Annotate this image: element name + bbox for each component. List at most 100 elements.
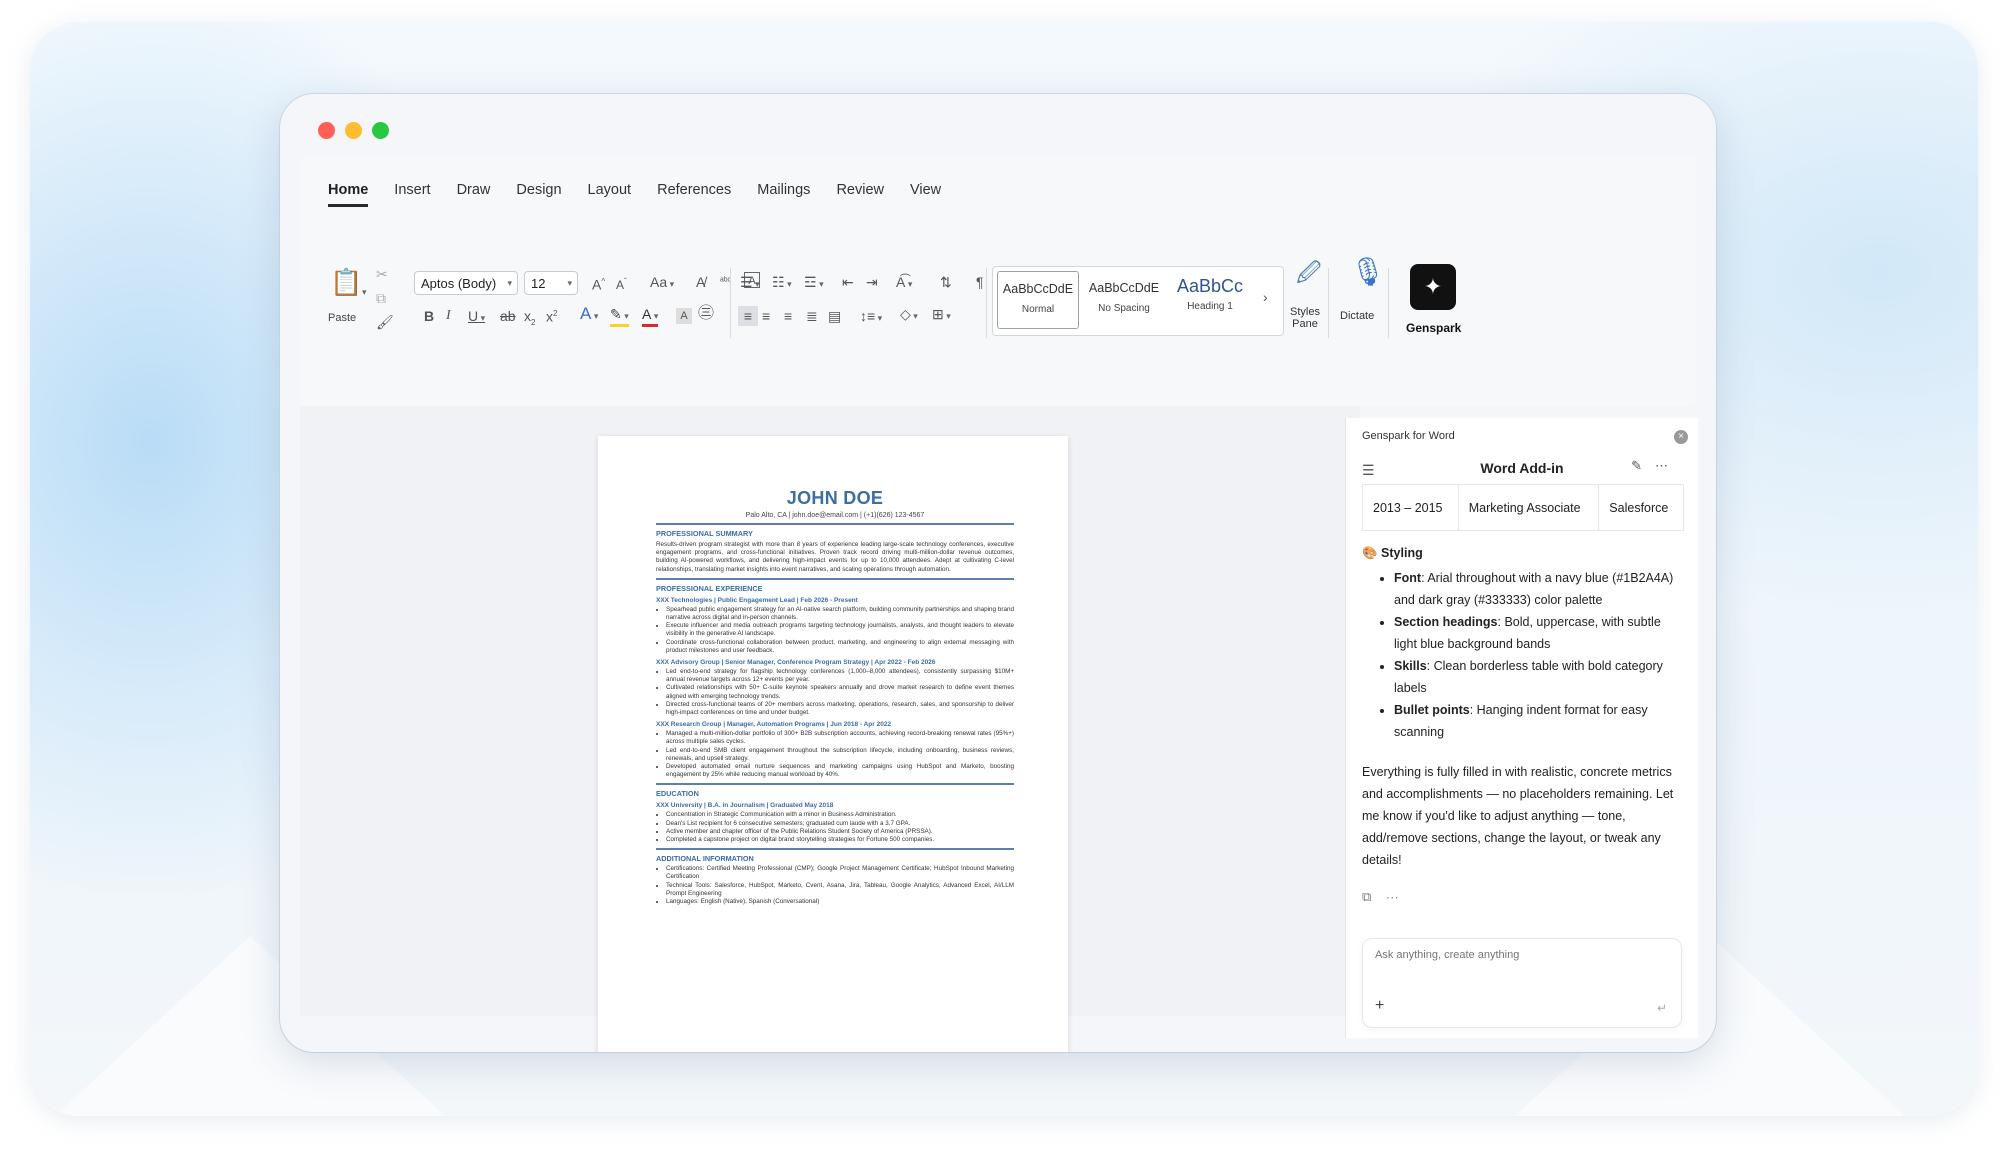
- more-icon[interactable]: ⋯: [1655, 458, 1668, 474]
- add-icon[interactable]: +: [1375, 997, 1384, 1015]
- list-item: Developed automated email nurture sequen…: [666, 763, 1014, 779]
- list-item: Font: Arial throughout with a navy blue …: [1394, 567, 1684, 611]
- font-size-select[interactable]: 12 ▾: [524, 271, 578, 295]
- styling-list: Font: Arial throughout with a navy blue …: [1362, 567, 1684, 743]
- shrink-font-icon[interactable]: Aˇ: [616, 274, 627, 293]
- more-icon[interactable]: ⋯: [1386, 889, 1399, 904]
- cut-icon[interactable]: ✂: [376, 266, 388, 282]
- styles-pane-icon[interactable]: 🖉: [1296, 262, 1322, 286]
- list-item: Dean's List recipient for 6 consecutive …: [666, 820, 1014, 828]
- genspark-label[interactable]: Genspark: [1406, 320, 1461, 336]
- list-item: Cultivated relationships with 50+ C-suit…: [666, 684, 1014, 700]
- tab-references[interactable]: References: [657, 182, 731, 207]
- window-controls: [318, 122, 389, 139]
- multilevel-list-icon[interactable]: ☲ ▾: [804, 274, 824, 292]
- chevron-down-icon[interactable]: ▾: [362, 282, 367, 300]
- dictate-label[interactable]: Dictate: [1340, 308, 1374, 324]
- zoom-window-button[interactable]: [372, 122, 389, 139]
- sort-icon[interactable]: ⇅: [940, 274, 952, 290]
- list-item: Certifications: Certified Meeting Profes…: [666, 865, 1014, 881]
- style-normal[interactable]: AaBbCcDdE Normal: [997, 271, 1079, 329]
- tab-insert[interactable]: Insert: [394, 182, 430, 207]
- align-right-icon[interactable]: ≡: [784, 308, 792, 324]
- list-item: Execute influencer and media outreach pr…: [666, 622, 1014, 638]
- change-case-icon[interactable]: Aa ▾: [650, 274, 674, 292]
- distributed-icon[interactable]: ▤: [828, 308, 841, 324]
- grow-font-icon[interactable]: A^: [592, 274, 605, 293]
- new-chat-icon[interactable]: ✎: [1631, 458, 1642, 474]
- superscript-icon[interactable]: x2: [546, 306, 557, 325]
- style-preview: AaBbCcDdE: [1002, 282, 1074, 296]
- subscript-icon[interactable]: x2: [524, 308, 535, 331]
- results-table: 2013 – 2015 Marketing Associate Salesfor…: [1362, 484, 1684, 531]
- copy-icon[interactable]: ⧉: [376, 290, 386, 306]
- increase-indent-icon[interactable]: ⇥: [866, 274, 878, 290]
- summary-paragraph: Results-driven program strategist with m…: [656, 541, 1014, 573]
- list-item: Led end-to-end strategy for flagship tec…: [666, 668, 1014, 684]
- strikethrough-icon[interactable]: ab: [500, 308, 516, 324]
- job-title: XXX Research Group | Manager, Automation…: [656, 721, 892, 729]
- close-window-button[interactable]: [318, 122, 335, 139]
- highlight-icon[interactable]: ✎ ▾: [610, 306, 629, 327]
- job-title: XXX Advisory Group | Senior Manager, Con…: [656, 659, 936, 667]
- resume-contact: Palo Alto, CA | john.doe@email.com | (+1…: [745, 512, 925, 519]
- group-divider: [986, 268, 987, 338]
- panel-message: 🎨 Styling Font: Arial throughout with a …: [1362, 542, 1684, 905]
- line-spacing-icon[interactable]: ↕≡ ▾: [860, 308, 882, 326]
- list-item: Directed cross-functional teams of 20+ m…: [666, 701, 1014, 717]
- group-divider: [1388, 268, 1389, 338]
- italic-icon[interactable]: I: [446, 308, 451, 324]
- tab-draw[interactable]: Draw: [457, 182, 491, 207]
- word-window: Home Insert Draw Design Layout Reference…: [280, 94, 1716, 1052]
- underline-icon[interactable]: U ▾: [468, 308, 485, 326]
- align-center-icon[interactable]: ≡: [762, 308, 770, 324]
- bullets-icon[interactable]: ☰ ▾: [740, 274, 760, 292]
- close-icon[interactable]: ×: [1674, 430, 1688, 444]
- shading-icon[interactable]: ◇ ▾: [900, 306, 918, 324]
- tab-mailings[interactable]: Mailings: [757, 182, 810, 207]
- table-cell: Marketing Associate: [1457, 484, 1600, 531]
- font-name-select[interactable]: Aptos (Body) ▾: [414, 271, 518, 295]
- character-shading-icon[interactable]: A: [676, 308, 692, 324]
- genspark-icon[interactable]: ✦: [1410, 264, 1456, 310]
- paste-icon[interactable]: 📋: [330, 269, 362, 295]
- style-name: Heading 1: [1187, 301, 1233, 312]
- clear-formatting-icon[interactable]: A̸: [696, 274, 705, 290]
- numbering-icon[interactable]: ☷ ▾: [772, 274, 792, 292]
- show-formatting-icon[interactable]: ¶: [976, 274, 984, 290]
- job-bullets: Led end-to-end strategy for flagship tec…: [656, 668, 1014, 717]
- borders-icon[interactable]: ⊞ ▾: [932, 306, 951, 324]
- section-heading: PROFESSIONAL SUMMARY: [656, 529, 753, 538]
- tab-review[interactable]: Review: [836, 182, 884, 207]
- tab-layout[interactable]: Layout: [588, 182, 632, 207]
- chat-input[interactable]: [1375, 949, 1665, 961]
- style-heading-1[interactable]: AaBbCc Heading 1: [1169, 271, 1251, 329]
- styles-pane-label[interactable]: Styles Pane: [1290, 306, 1320, 330]
- tab-view[interactable]: View: [910, 182, 941, 207]
- tab-design[interactable]: Design: [516, 182, 561, 207]
- chat-input-box: + ↵: [1362, 938, 1682, 1028]
- font-color-icon[interactable]: A ▾: [642, 306, 659, 327]
- ribbon-tabs: Home Insert Draw Design Layout Reference…: [328, 182, 941, 207]
- bold-icon[interactable]: B: [424, 308, 434, 324]
- education-bullets: Concentration in Strategic Communication…: [656, 811, 1014, 844]
- align-left-icon[interactable]: ≡: [738, 306, 758, 326]
- justify-icon[interactable]: ≣: [806, 308, 818, 324]
- enclose-characters-icon[interactable]: ㊂: [698, 306, 714, 322]
- document-page[interactable]: JOHN DOE Palo Alto, CA | john.doe@email.…: [598, 436, 1068, 1052]
- message-actions: ⧉ ⋯: [1362, 889, 1684, 905]
- job-bullets: Managed a multi-million-dollar portfolio…: [656, 730, 1014, 779]
- genspark-panel: Genspark for Word × ☰ Word Add-in ✎ ⋯ 20…: [1345, 418, 1698, 1038]
- decrease-indent-icon[interactable]: ⇤: [842, 274, 854, 290]
- chevron-right-icon[interactable]: ›: [1263, 289, 1268, 305]
- style-no-spacing[interactable]: AaBbCcDdE No Spacing: [1083, 271, 1165, 329]
- text-direction-icon[interactable]: A͡ ▾: [896, 274, 912, 292]
- tab-home[interactable]: Home: [328, 182, 369, 207]
- send-icon[interactable]: ↵: [1657, 1001, 1667, 1015]
- table-cell: 2013 – 2015: [1362, 484, 1459, 531]
- text-effects-icon[interactable]: A ▾: [580, 305, 598, 324]
- format-painter-icon[interactable]: 🖌: [376, 314, 394, 330]
- microphone-icon[interactable]: 🎙: [1350, 258, 1386, 286]
- minimize-window-button[interactable]: [345, 122, 362, 139]
- copy-icon[interactable]: ⧉: [1362, 889, 1371, 904]
